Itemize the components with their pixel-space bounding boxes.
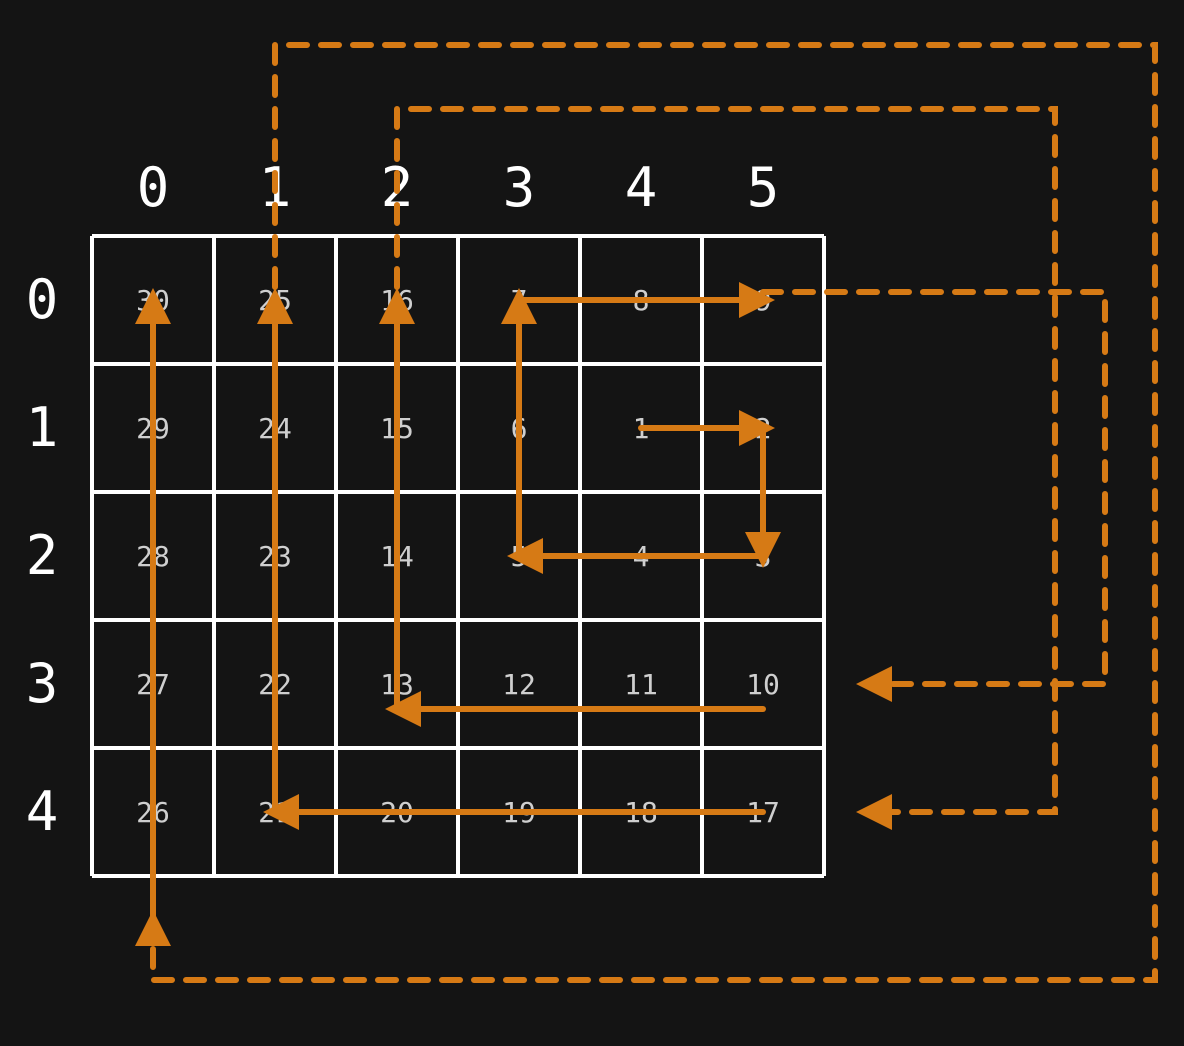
diagram-grid: 01234501234 3025167892924156122823145432… [0, 0, 1184, 1046]
column-label: 5 [747, 156, 780, 219]
column-label: 0 [137, 156, 170, 219]
cell-value: 11 [624, 668, 658, 701]
row-label: 4 [26, 780, 59, 843]
row-label: 3 [26, 652, 59, 715]
cell-value: 10 [746, 668, 780, 701]
cell-value: 12 [502, 668, 536, 701]
column-label: 4 [625, 156, 658, 219]
row-label: 1 [26, 396, 59, 459]
column-label: 3 [503, 156, 536, 219]
row-label: 0 [26, 268, 59, 331]
row-label: 2 [26, 524, 59, 587]
